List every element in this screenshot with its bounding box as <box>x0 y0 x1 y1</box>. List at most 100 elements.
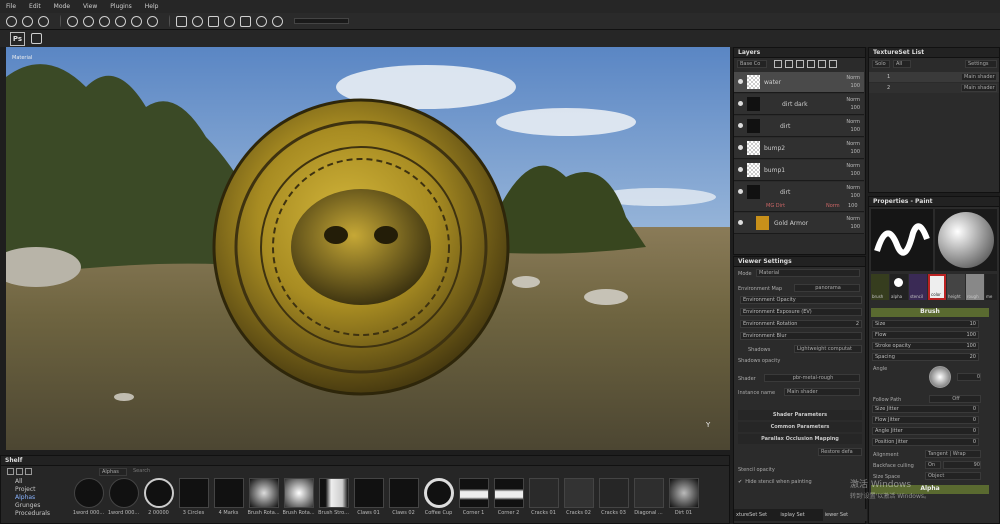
common-parameters-section[interactable]: Common Parameters <box>738 422 862 432</box>
hide-stencil-checkbox[interactable]: ✔ Hide stencil when painting <box>738 477 812 486</box>
symmetry-icon[interactable] <box>147 15 158 27</box>
stencil-slot[interactable]: stencil <box>909 274 927 300</box>
tab-display-settings[interactable]: isplay Set <box>778 509 822 521</box>
shelf-item[interactable]: 4 Marks <box>212 478 245 520</box>
shelf-item[interactable]: 1word 000... <box>72 478 105 520</box>
menu-edit[interactable]: Edit <box>29 3 41 10</box>
shelf-item[interactable]: Brush Rota... <box>282 478 315 520</box>
stroke-opacity-slider[interactable]: Stroke opacity 100 <box>872 342 979 350</box>
mode-select[interactable]: Material <box>756 269 860 277</box>
shelf-item[interactable]: Coffee Cup <box>422 478 455 520</box>
layer-blend[interactable]: Norm 100 <box>846 184 860 200</box>
solo-button[interactable]: Solo <box>872 60 890 68</box>
angle-jitter-slider[interactable]: Angle Jitter 0 <box>872 427 979 435</box>
polygon-fill-icon[interactable] <box>83 15 94 27</box>
color-slot[interactable]: color <box>928 274 946 300</box>
restore-defaults-button[interactable]: Restore defa <box>818 448 862 456</box>
category-project[interactable]: Project <box>15 486 69 494</box>
visibility-icon[interactable] <box>738 79 743 84</box>
folder-icon[interactable] <box>7 468 14 475</box>
material-picker-icon[interactable] <box>131 15 142 27</box>
list-icon[interactable] <box>25 468 32 475</box>
env-blur-slider[interactable]: Environment Blur <box>740 332 862 340</box>
layer-row[interactable]: dirt Norm 100 <box>734 116 864 137</box>
3d-viewport[interactable]: Y Material <box>6 47 730 450</box>
visibility-icon[interactable] <box>738 167 743 172</box>
camera-icon[interactable] <box>176 15 187 27</box>
add-mask-icon[interactable] <box>796 60 804 68</box>
visibility-icon[interactable] <box>738 123 743 128</box>
export-icon[interactable] <box>31 33 42 44</box>
shelf-item[interactable]: Cracks 03 <box>597 478 630 520</box>
add-effect-icon[interactable] <box>807 60 815 68</box>
tab-viewer-settings[interactable]: iewer Set <box>822 509 867 521</box>
env-exposure-slider[interactable]: Environment Exposure (EV) <box>740 308 862 316</box>
shelf-item[interactable]: Claws 02 <box>387 478 420 520</box>
shelf-item[interactable]: Claws 01 <box>352 478 385 520</box>
spacing-slider[interactable]: Spacing 20 <box>872 353 979 361</box>
layer-blend[interactable]: Norm 100 <box>846 96 860 112</box>
position-jitter-slider[interactable]: Position Jitter 0 <box>872 438 979 446</box>
shelf-item[interactable]: Cracks 02 <box>562 478 595 520</box>
shelf-item[interactable]: Corner 1 <box>457 478 490 520</box>
layer-row[interactable]: bump1 Norm 100 <box>734 160 864 181</box>
iray-icon[interactable] <box>256 15 267 27</box>
layer-blend[interactable]: Norm 100 <box>846 74 860 90</box>
shelf-item[interactable]: Corner 2 <box>492 478 525 520</box>
textureset-row[interactable]: 2 Main shader <box>869 83 999 93</box>
blend-mode-select[interactable]: Base Co <box>737 60 767 68</box>
visibility-icon[interactable] <box>738 101 743 106</box>
shelf-item[interactable]: Cracks 01 <box>527 478 560 520</box>
backface-angle[interactable]: 90 <box>943 461 981 469</box>
shader-select[interactable]: Main shader <box>961 84 997 92</box>
lighting-icon[interactable] <box>224 15 235 27</box>
backface-toggle[interactable]: On <box>925 461 941 469</box>
projection-tool-icon[interactable] <box>38 15 49 27</box>
category-all[interactable]: All <box>15 478 69 486</box>
grid-icon[interactable] <box>16 468 23 475</box>
photoshop-export-icon[interactable]: Ps <box>10 31 25 46</box>
layer-blend[interactable]: Norm 100 <box>846 140 860 156</box>
angle-value[interactable]: 0 <box>957 373 981 381</box>
height-slot[interactable]: height <box>947 274 965 300</box>
eraser-tool-icon[interactable] <box>22 15 33 27</box>
shader-select[interactable]: pbr-metal-rough <box>764 374 860 382</box>
menu-help[interactable]: Help <box>145 3 159 10</box>
angle-dial[interactable] <box>929 366 951 388</box>
env-rotation-slider[interactable]: Environment Rotation 2 <box>740 320 862 328</box>
clone-tool-icon[interactable] <box>115 15 126 27</box>
layer-row[interactable]: Gold Armor Norm 100 <box>734 213 864 234</box>
paint-tool-icon[interactable] <box>6 15 17 27</box>
category-alphas[interactable]: Alphas <box>15 494 69 502</box>
folder-icon[interactable] <box>818 60 826 68</box>
shelf-filter-tag[interactable]: Alphas <box>99 468 127 476</box>
flow-jitter-slider[interactable]: Flow Jitter 0 <box>872 416 979 424</box>
follow-path-select[interactable]: Off <box>929 395 981 403</box>
menu-file[interactable]: File <box>6 3 16 10</box>
reset-camera-icon[interactable] <box>192 15 203 27</box>
add-layer-icon[interactable] <box>774 60 782 68</box>
instance-field[interactable]: Main shader <box>784 388 860 396</box>
shelf-item[interactable]: 1word 000... <box>107 478 140 520</box>
add-fill-icon[interactable] <box>785 60 793 68</box>
size-slider[interactable]: Size 10 <box>872 320 979 328</box>
settings-button[interactable]: Settings <box>965 60 997 68</box>
alpha-slot[interactable]: alpha <box>890 274 908 300</box>
screenshot-icon[interactable] <box>240 15 251 27</box>
brush-section-header[interactable]: Brush <box>871 308 989 317</box>
menu-mode[interactable]: Mode <box>54 3 70 10</box>
smudge-tool-icon[interactable] <box>99 15 110 27</box>
shader-select[interactable]: Main shader <box>961 73 997 81</box>
delete-layer-icon[interactable] <box>829 60 837 68</box>
view-mode-icon[interactable] <box>272 15 283 27</box>
shelf-item[interactable]: 3 Circles <box>177 478 210 520</box>
envmap-select[interactable]: panorama <box>794 284 860 292</box>
toolbar-slider[interactable] <box>294 18 349 24</box>
brush-slot[interactable]: brush <box>871 274 889 300</box>
tab-textureset-settings[interactable]: xtureSet Set <box>734 509 778 521</box>
shader-parameters-section[interactable]: Shader Parameters <box>738 410 862 420</box>
layer-blend[interactable]: Norm 100 <box>846 118 860 134</box>
shelf-item[interactable]: Dirt 01 <box>667 478 700 520</box>
shadows-compute-button[interactable]: Lightweight computat <box>794 345 862 353</box>
roughness-slot[interactable]: rough <box>966 274 984 300</box>
